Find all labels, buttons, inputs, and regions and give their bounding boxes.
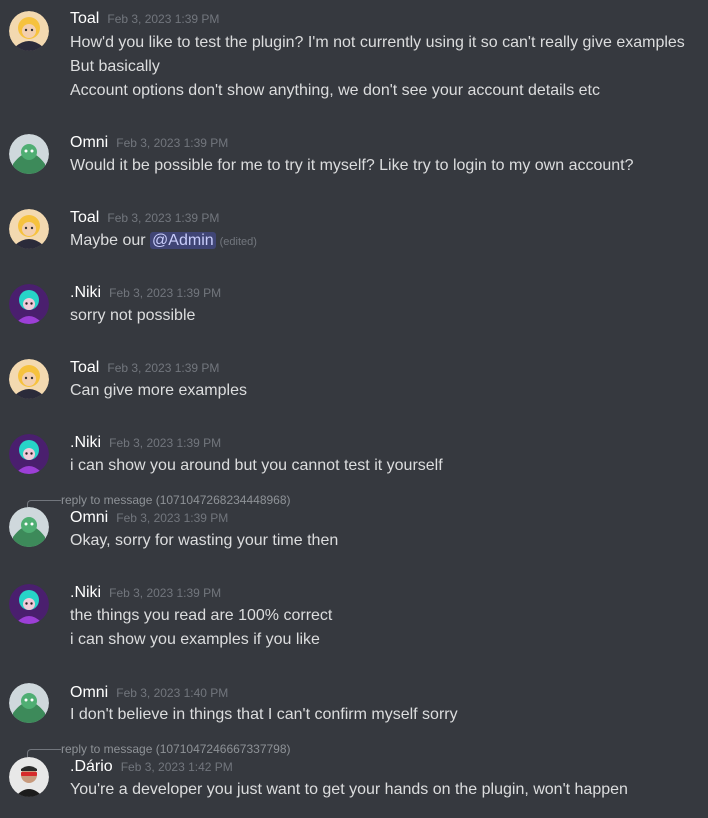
message-prefix: Maybe our — [70, 232, 151, 249]
message-text: Okay, sorry for wasting your time then — [70, 532, 339, 549]
author-name[interactable]: Toal — [70, 10, 99, 27]
message-text: You're a developer you just want to get … — [70, 781, 628, 798]
user-mention[interactable]: @Admin — [150, 232, 216, 249]
niki-avatar[interactable] — [9, 434, 49, 474]
niki-avatar[interactable] — [9, 584, 49, 624]
edited-marker: (edited) — [219, 236, 257, 248]
timestamp: Feb 3, 2023 1:39 PM — [107, 211, 220, 225]
timestamp: Feb 3, 2023 1:42 PM — [120, 760, 233, 774]
author-line: .Niki Feb 3, 2023 1:39 PM — [70, 584, 221, 602]
message-text: Would it be possible for me to try it my… — [70, 157, 634, 174]
reply-reference[interactable]: reply to message (1071047268234448968) — [61, 493, 291, 507]
author-line: Toal Feb 3, 2023 1:39 PM — [70, 359, 219, 377]
message-text: How'd you like to test the plugin? I'm n… — [70, 34, 685, 51]
message-text: Maybe our @Admin (edited) — [70, 231, 257, 252]
message-text: Account options don't show anything, we … — [70, 82, 600, 99]
timestamp: Feb 3, 2023 1:39 PM — [116, 136, 229, 150]
toal-avatar[interactable] — [9, 11, 49, 51]
author-name[interactable]: Omni — [70, 684, 108, 701]
timestamp: Feb 3, 2023 1:39 PM — [109, 436, 222, 450]
author-name[interactable]: Omni — [70, 509, 108, 526]
niki-avatar[interactable] — [9, 284, 49, 324]
author-line: .Niki Feb 3, 2023 1:39 PM — [70, 434, 221, 452]
message-text: I don't believe in things that I can't c… — [70, 706, 458, 723]
author-name[interactable]: Omni — [70, 134, 108, 151]
message-text: i can show you examples if you like — [70, 631, 320, 648]
author-line: Toal Feb 3, 2023 1:39 PM — [70, 209, 219, 227]
toal-avatar[interactable] — [9, 359, 49, 399]
author-line: Toal Feb 3, 2023 1:39 PM — [70, 10, 219, 28]
dario-avatar[interactable] — [9, 757, 49, 797]
author-line: Omni Feb 3, 2023 1:39 PM — [70, 509, 228, 527]
omni-avatar[interactable] — [9, 683, 49, 723]
author-line: .Dário Feb 3, 2023 1:42 PM — [70, 758, 233, 776]
timestamp: Feb 3, 2023 1:39 PM — [107, 361, 220, 375]
omni-avatar[interactable] — [9, 507, 49, 547]
timestamp: Feb 3, 2023 1:39 PM — [109, 286, 222, 300]
author-name[interactable]: .Niki — [70, 434, 101, 451]
timestamp: Feb 3, 2023 1:40 PM — [116, 686, 229, 700]
message-text: sorry not possible — [70, 307, 196, 324]
message-text: But basically — [70, 58, 160, 75]
timestamp: Feb 3, 2023 1:39 PM — [107, 12, 220, 26]
author-line: .Niki Feb 3, 2023 1:39 PM — [70, 284, 221, 302]
reply-reference[interactable]: reply to message (1071047246667337798) — [61, 742, 291, 756]
message-text: i can show you around but you cannot tes… — [70, 457, 443, 474]
author-name[interactable]: Toal — [70, 209, 99, 226]
timestamp: Feb 3, 2023 1:39 PM — [109, 586, 222, 600]
message-text: Can give more examples — [70, 382, 247, 399]
author-name[interactable]: Toal — [70, 359, 99, 376]
author-name[interactable]: .Niki — [70, 584, 101, 601]
author-line: Omni Feb 3, 2023 1:40 PM — [70, 684, 228, 702]
message-text: the things you read are 100% correct — [70, 607, 333, 624]
timestamp: Feb 3, 2023 1:39 PM — [116, 511, 229, 525]
toal-avatar[interactable] — [9, 209, 49, 249]
author-line: Omni Feb 3, 2023 1:39 PM — [70, 134, 228, 152]
omni-avatar[interactable] — [9, 134, 49, 174]
author-name[interactable]: .Niki — [70, 284, 101, 301]
author-name[interactable]: .Dário — [70, 758, 113, 775]
